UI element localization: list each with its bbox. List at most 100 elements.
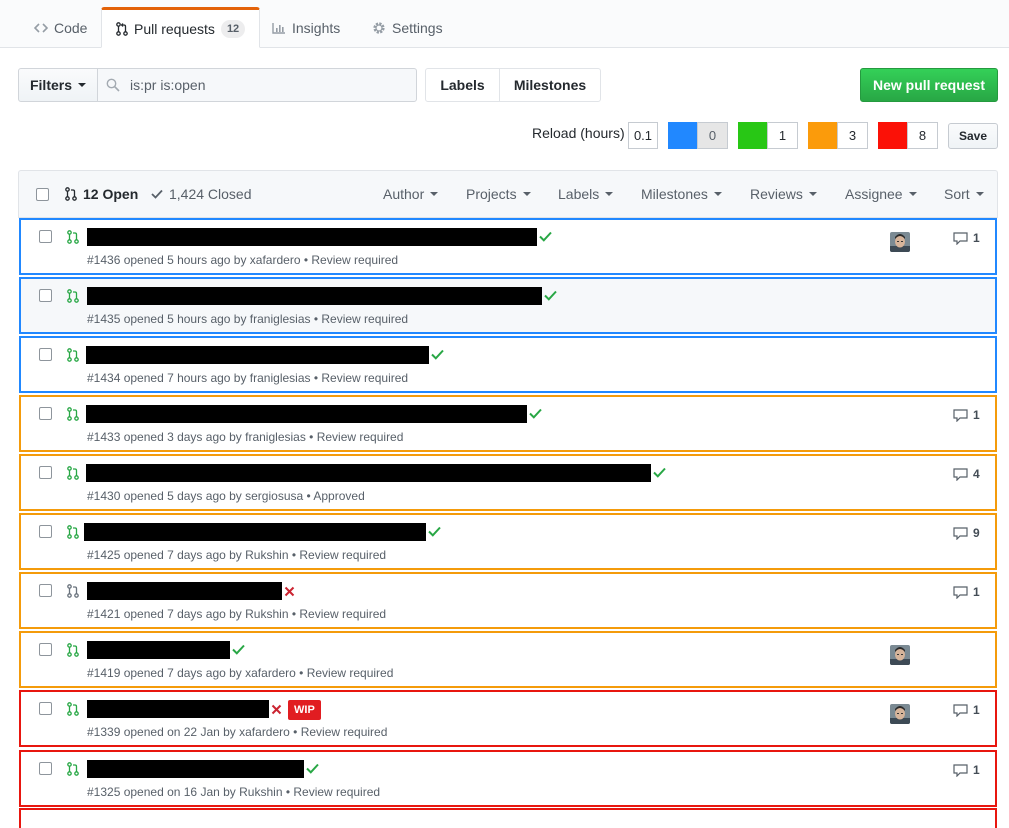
threshold-input-orange[interactable]: 3 [837, 122, 868, 149]
threshold-input-blue[interactable]: 0 [697, 122, 728, 149]
pull-request-title-redacted[interactable] [87, 287, 542, 305]
save-button[interactable]: Save [948, 123, 998, 149]
author-filter-menu[interactable]: Author [383, 186, 439, 202]
git-pull-request-icon [67, 525, 79, 542]
select-all-checkbox[interactable] [36, 188, 49, 201]
row-checkbox[interactable] [39, 348, 52, 361]
search-field[interactable] [97, 68, 417, 102]
row-checkbox[interactable] [39, 702, 52, 715]
threshold-input-red[interactable]: 8 [907, 122, 938, 149]
row-checkbox[interactable] [39, 466, 52, 479]
row-checkbox[interactable] [39, 407, 52, 420]
sort-menu[interactable]: Sort [944, 186, 984, 202]
pull-request-title-redacted[interactable] [87, 641, 230, 659]
assignee-avatar[interactable] [890, 645, 910, 665]
comment-icon [953, 585, 968, 599]
pull-request-title-redacted[interactable] [84, 523, 426, 541]
filters-label: Filters [29, 77, 72, 93]
status-success-check-icon[interactable] [529, 406, 542, 422]
pull-request-row[interactable]: #1421 opened 7 days ago by Rukshin • Rev… [19, 572, 997, 629]
pull-request-row[interactable]: #1436 opened 5 hours ago by xafardero • … [19, 218, 997, 275]
row-checkbox[interactable] [39, 230, 52, 243]
comment-count: 1 [973, 585, 980, 599]
open-filter-link[interactable]: 12 Open [65, 186, 138, 202]
comments-link[interactable]: 1 [953, 763, 980, 777]
threshold-color-green[interactable] [738, 122, 768, 149]
new-pull-request-button[interactable]: New pull request [860, 68, 998, 102]
caret-down-icon [713, 192, 722, 196]
status-failure-x-icon[interactable] [271, 702, 282, 718]
pull-request-title-redacted[interactable] [86, 346, 429, 364]
comment-icon [953, 763, 968, 777]
threshold-color-blue[interactable] [668, 122, 698, 149]
reload-hours-label: Reload (hours) [532, 125, 625, 141]
milestones-filter-menu[interactable]: Milestones [641, 186, 722, 202]
closed-filter-link[interactable]: 1,424 Closed [151, 186, 252, 202]
tab-settings[interactable]: Settings [358, 8, 457, 48]
reload-hours-input[interactable]: 0.1 [628, 122, 658, 149]
assignee-avatar[interactable] [890, 704, 910, 724]
filters-dropdown-button[interactable]: Filters [18, 68, 98, 102]
row-checkbox[interactable] [39, 762, 52, 775]
assignee-avatar[interactable] [890, 232, 910, 252]
threshold-color-orange[interactable] [808, 122, 838, 149]
row-checkbox[interactable] [39, 584, 52, 597]
comments-link[interactable]: 4 [953, 467, 980, 481]
row-checkbox[interactable] [39, 643, 52, 656]
pull-request-title-redacted[interactable] [87, 760, 304, 778]
caret-down-icon [975, 192, 984, 196]
reviews-filter-menu[interactable]: Reviews [750, 186, 817, 202]
milestones-button[interactable]: Milestones [499, 68, 601, 102]
wip-label[interactable]: WIP [288, 700, 321, 720]
tab-insights[interactable]: Insights [258, 8, 354, 48]
tab-code[interactable]: Code [20, 8, 101, 48]
git-pull-request-icon [67, 643, 79, 660]
status-success-check-icon[interactable] [544, 288, 557, 304]
search-input[interactable] [128, 76, 398, 94]
comments-link[interactable]: 1 [953, 231, 980, 245]
threshold-input-green[interactable]: 1 [767, 122, 798, 149]
save-button-label: Save [958, 129, 988, 143]
comments-link[interactable]: 1 [953, 585, 980, 599]
pull-request-row[interactable]: #1430 opened 5 days ago by sergiosusa • … [19, 454, 997, 511]
status-success-check-icon[interactable] [431, 347, 444, 363]
tab-pull-requests[interactable]: Pull requests 12 [101, 7, 261, 48]
row-checkbox[interactable] [39, 289, 52, 302]
git-pull-request-icon [67, 762, 79, 779]
labels-button[interactable]: Labels [425, 68, 500, 102]
pull-request-row[interactable]: #1434 opened 7 hours ago by franiglesias… [19, 336, 997, 393]
labels-filter-menu[interactable]: Labels [558, 186, 614, 202]
comments-link[interactable]: 1 [953, 408, 980, 422]
pull-request-row[interactable]: #1435 opened 5 hours ago by franiglesias… [19, 277, 997, 334]
row-checkbox[interactable] [39, 525, 52, 538]
pull-request-row[interactable]: #1425 opened 7 days ago by Rukshin • Rev… [19, 513, 997, 570]
menu-label: Milestones [641, 186, 708, 202]
comment-icon [953, 703, 968, 717]
status-success-check-icon[interactable] [539, 229, 552, 245]
tab-label: Settings [392, 20, 443, 36]
threshold-color-red[interactable] [878, 122, 908, 149]
pull-request-title-redacted[interactable] [86, 405, 527, 423]
pull-request-meta: #1435 opened 5 hours ago by franiglesias… [87, 312, 409, 326]
pull-request-row[interactable]: #1325 opened on 16 Jan by Rukshin • Revi… [19, 750, 997, 807]
pull-request-row[interactable]: #1419 opened 7 days ago by xafardero • R… [19, 631, 997, 688]
pull-request-row[interactable]: #1433 opened 3 days ago by franiglesias … [19, 395, 997, 452]
pull-request-meta: #1419 opened 7 days ago by xafardero • R… [87, 666, 394, 680]
status-success-check-icon[interactable] [653, 465, 666, 481]
comments-link[interactable]: 9 [953, 526, 980, 540]
pull-request-title-redacted[interactable] [86, 464, 651, 482]
comments-link[interactable]: 1 [953, 703, 980, 717]
comment-count: 1 [973, 231, 980, 245]
git-pull-request-icon [65, 187, 77, 201]
pull-request-title-redacted[interactable] [87, 700, 269, 718]
status-success-check-icon[interactable] [428, 524, 441, 540]
status-success-check-icon[interactable] [232, 642, 245, 658]
status-success-check-icon[interactable] [306, 761, 319, 777]
graph-icon [272, 22, 286, 34]
assignee-filter-menu[interactable]: Assignee [845, 186, 917, 202]
pull-request-title-redacted[interactable] [87, 582, 282, 600]
pull-request-row[interactable]: WIP #1339 opened on 22 Jan by xafardero •… [19, 690, 997, 747]
status-failure-x-icon[interactable] [284, 584, 295, 600]
projects-filter-menu[interactable]: Projects [466, 186, 531, 202]
pull-request-title-redacted[interactable] [87, 228, 537, 246]
